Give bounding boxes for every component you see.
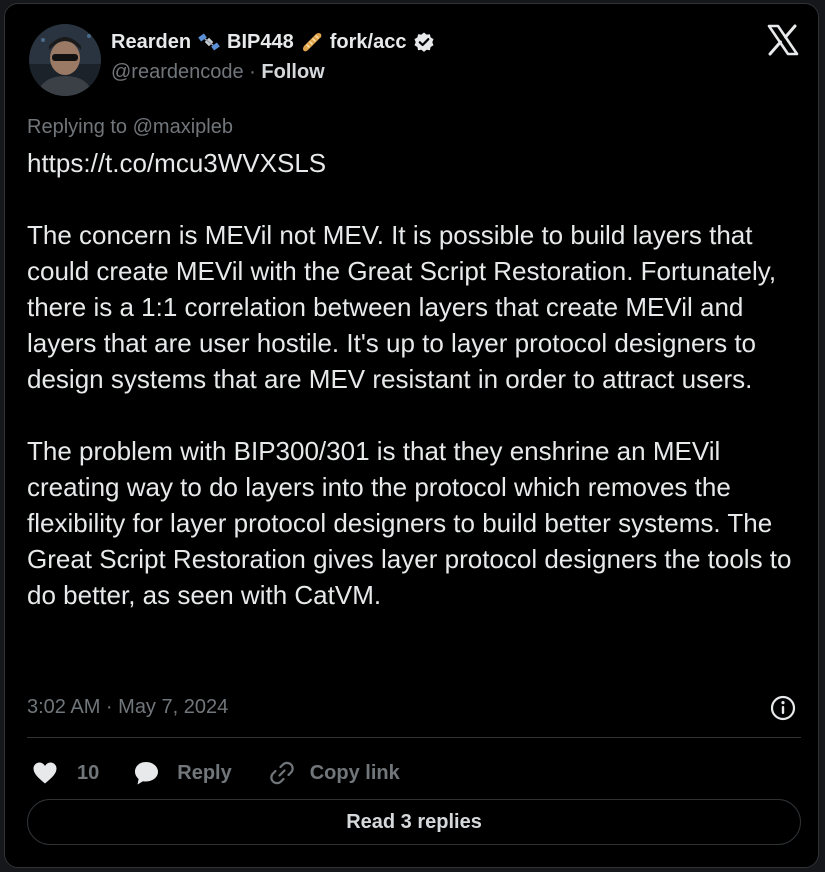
read-replies-button[interactable]: Read 3 replies	[27, 799, 801, 845]
author-handle[interactable]: @reardencode	[111, 61, 244, 83]
baguette-icon	[300, 30, 324, 54]
speech-bubble-icon	[135, 762, 159, 785]
author-name-part1: Rearden	[111, 30, 192, 53]
tweet-card: Rearden BIP448 fork/acc @reardencode · F…	[4, 3, 819, 868]
avatar[interactable]	[29, 24, 101, 96]
copy-link-label: Copy link	[309, 761, 400, 784]
handle-row: @reardencode · Follow	[111, 61, 325, 84]
author-name-part2: BIP448	[227, 30, 294, 53]
tweet-timestamp[interactable]: 3:02 AM · May 7, 2024	[27, 696, 228, 719]
follow-button[interactable]: Follow	[261, 61, 324, 83]
link-icon	[269, 761, 294, 785]
action-bar: 10 Reply Copy link	[31, 757, 400, 789]
copy-link-button[interactable]: Copy link	[268, 759, 400, 787]
satellite-icon	[197, 30, 221, 54]
verified-badge-icon	[412, 30, 436, 54]
author-name[interactable]: Rearden BIP448 fork/acc	[111, 30, 436, 54]
like-button[interactable]: 10	[31, 759, 99, 787]
heart-icon	[33, 762, 57, 784]
tweet-text: https://t.co/mcu3WVXSLS The concern is M…	[27, 148, 792, 610]
author-name-part3: fork/acc	[329, 30, 407, 53]
read-replies-label: Read 3 replies	[346, 810, 482, 833]
replying-to[interactable]: Replying to @maxipleb	[27, 116, 233, 139]
divider	[27, 737, 801, 738]
x-logo-icon[interactable]	[767, 24, 799, 56]
reply-label: Reply	[177, 761, 232, 784]
reply-button[interactable]: Reply	[133, 759, 232, 787]
info-icon[interactable]	[769, 694, 797, 722]
handle-separator: ·	[243, 61, 262, 83]
like-count: 10	[77, 761, 100, 784]
